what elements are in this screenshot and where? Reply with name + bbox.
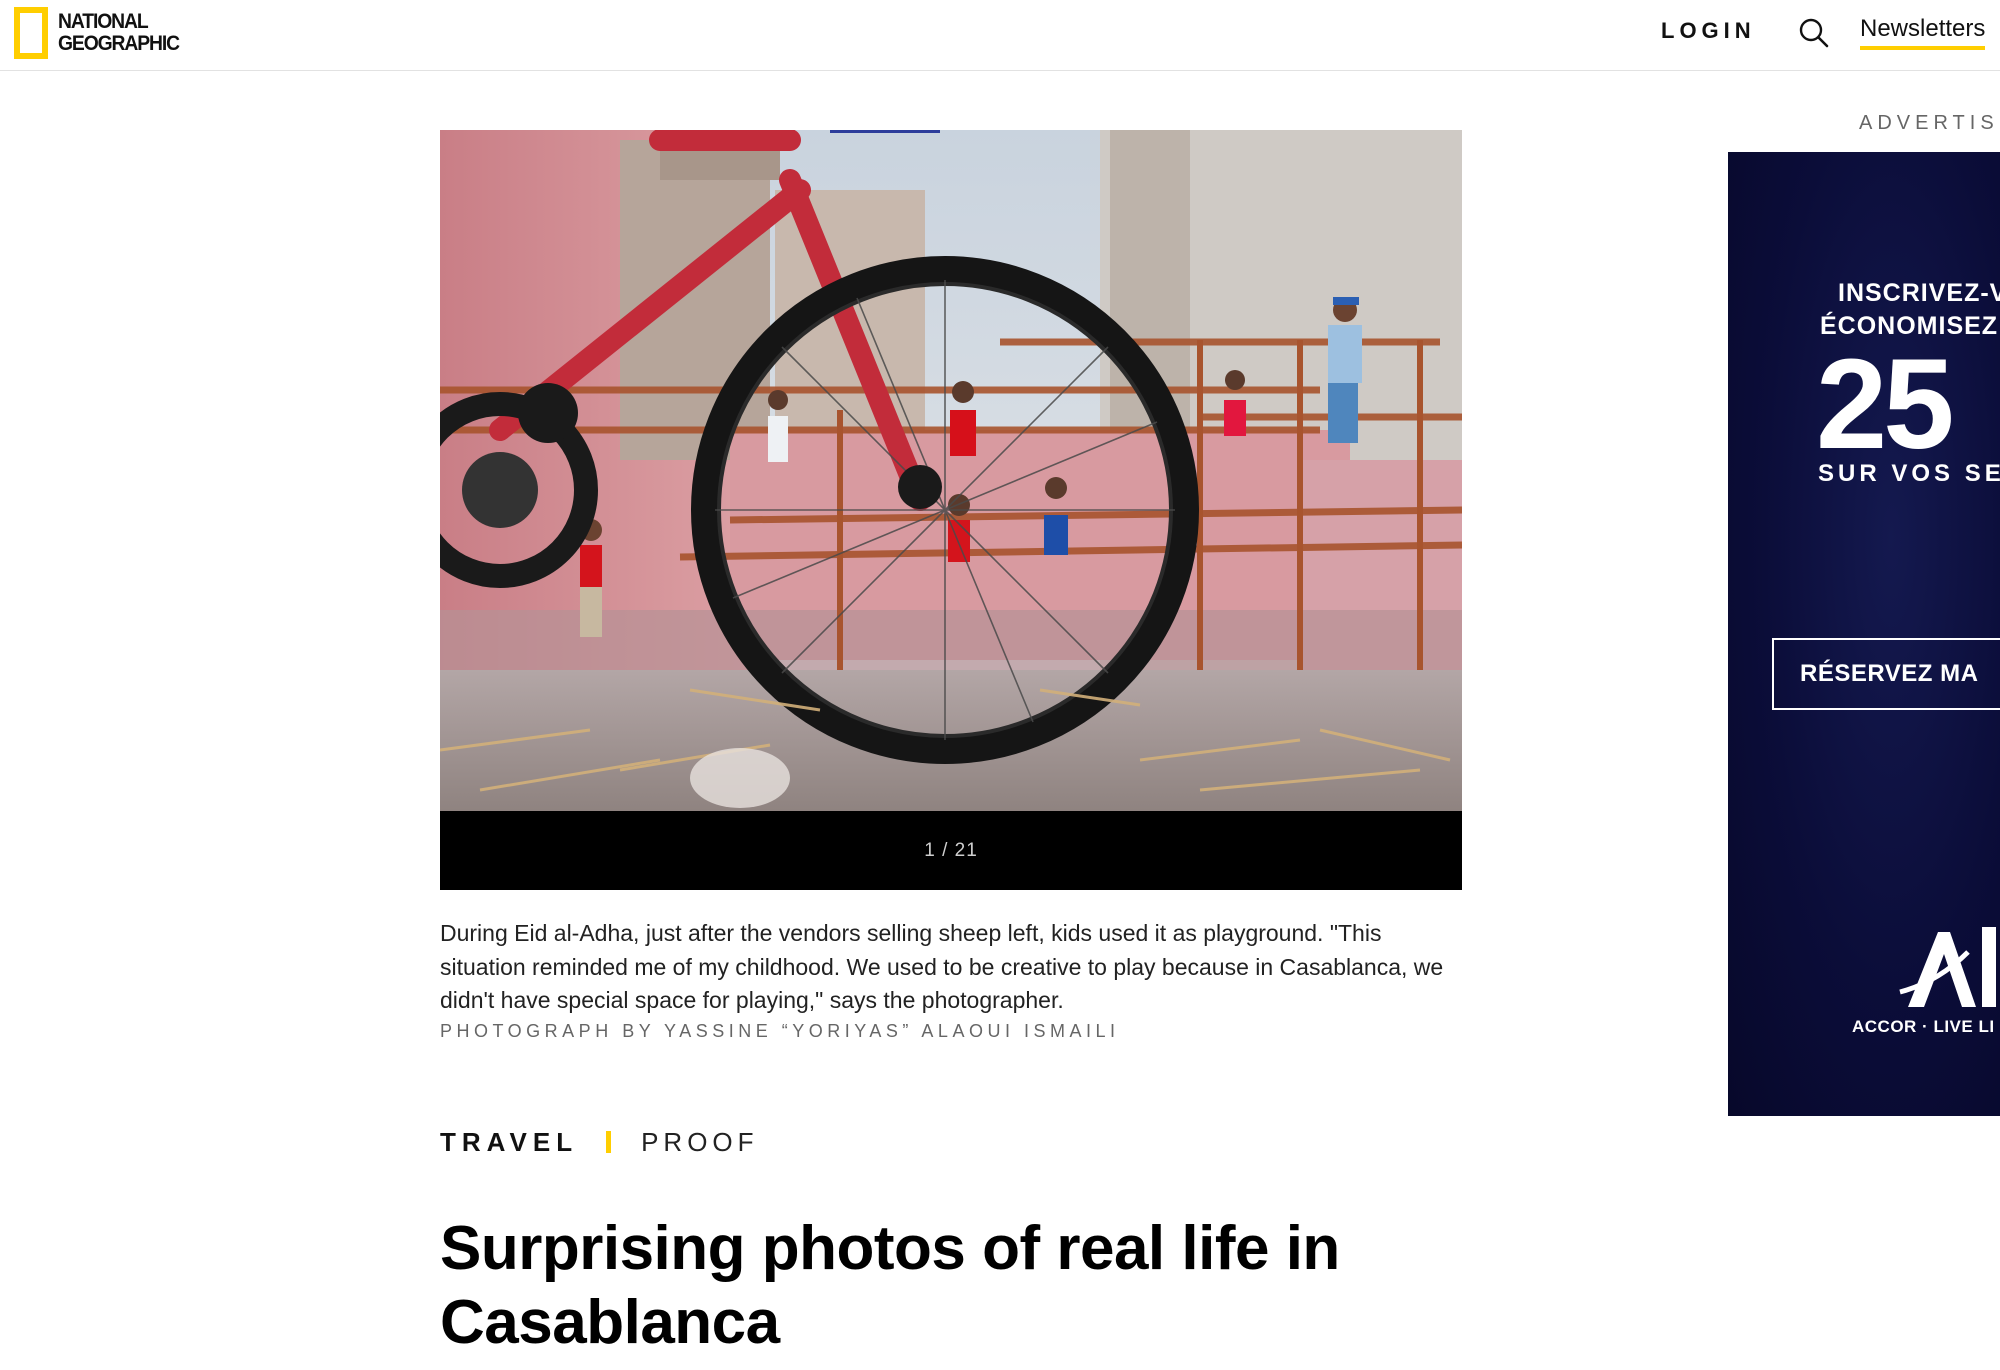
logo-wordmark: NATIONAL GEOGRAPHIC xyxy=(58,10,180,55)
slide-counter: 1 / 21 xyxy=(924,839,978,861)
site-header: NATIONAL GEOGRAPHIC LOGIN Newsletters xyxy=(0,0,2000,71)
kicker-section-link[interactable]: TRAVEL xyxy=(440,1127,578,1158)
yellow-frame-icon xyxy=(14,7,48,59)
ad-brand-line: ACCOR · LIVE LI xyxy=(1852,1017,1995,1036)
nat-geo-logo[interactable]: NATIONAL GEOGRAPHIC xyxy=(14,7,190,59)
photo-gallery: 1 / 21 xyxy=(440,130,1462,890)
login-button[interactable]: LOGIN xyxy=(1661,16,1756,46)
article-kicker: TRAVEL PROOF xyxy=(440,1124,759,1160)
newsletters-link[interactable]: Newsletters xyxy=(1860,12,1986,50)
article-headline: Surprising photos of real life in Casabl… xyxy=(440,1214,1340,1357)
search-icon[interactable] xyxy=(1797,16,1831,50)
search-icon-glyph xyxy=(1799,18,1829,48)
gallery-photo[interactable] xyxy=(440,130,1462,811)
kicker-divider xyxy=(606,1131,612,1153)
photo-caption: During Eid al-Adha, just after the vendo… xyxy=(440,920,1444,1013)
logo-line-2: GEOGRAPHIC xyxy=(58,32,180,55)
accor-logo-icon xyxy=(1898,922,2000,1012)
ad-headline-line-1: INSCRIVEZ-V xyxy=(1838,279,2000,307)
logo-line-1: NATIONAL xyxy=(58,10,149,33)
photo-illustration xyxy=(440,130,1462,811)
kicker-series-link[interactable]: PROOF xyxy=(641,1127,758,1158)
advertisement-banner[interactable]: INSCRIVEZ-V ÉCONOMISEZ 25 SUR VOS SE RÉS… xyxy=(1728,152,2000,1116)
photo-credit: PHOTOGRAPH BY YASSINE “YORIYAS” ALAOUI I… xyxy=(440,1021,1120,1041)
ad-cta-button[interactable]: RÉSERVEZ MA xyxy=(1772,638,2000,710)
advertisement-label: ADVERTISE xyxy=(1859,112,2000,134)
ad-headline-line-3: SUR VOS SE xyxy=(1818,460,2000,487)
ad-discount-figure: 25 xyxy=(1816,333,1954,476)
